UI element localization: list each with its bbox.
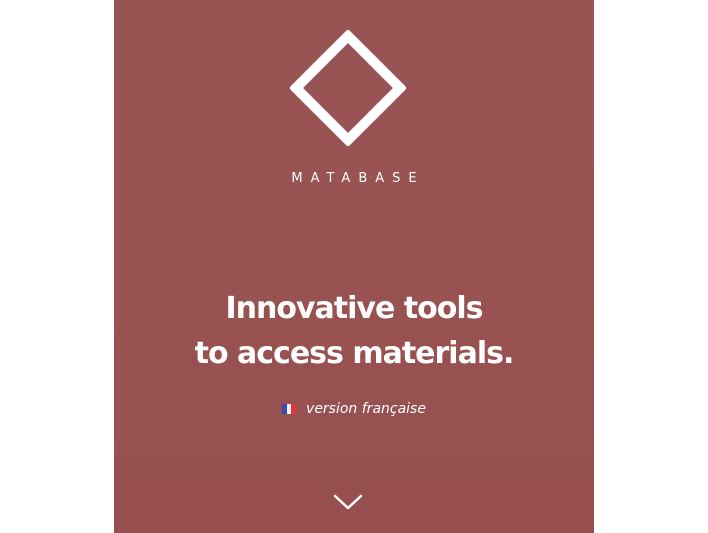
diamond-logo-icon[interactable]	[290, 30, 406, 146]
french-version-link[interactable]: version française	[114, 401, 594, 417]
hero-headline: Innovative tools to access materials.	[114, 286, 594, 376]
page: MATABASE Innovative tools to access mate…	[0, 0, 708, 533]
headline-line-1: Innovative tools	[225, 291, 484, 326]
brand-name: MATABASE	[291, 171, 425, 186]
chevron-down-icon	[333, 494, 363, 510]
french-flag-icon	[282, 404, 297, 414]
headline-line-2: to access materials.	[194, 336, 515, 371]
french-version-label: version française	[306, 401, 426, 417]
scroll-down-button[interactable]	[332, 492, 364, 512]
